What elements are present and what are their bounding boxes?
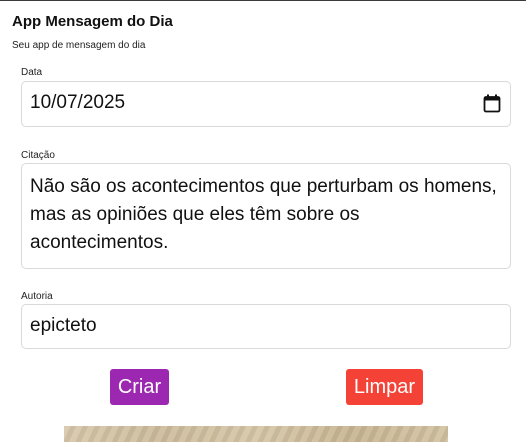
create-button[interactable]: Criar — [110, 369, 169, 405]
author-input[interactable]: epicteto — [21, 304, 511, 349]
calendar-icon[interactable] — [483, 94, 501, 113]
date-value: 10/07/2025 — [30, 92, 126, 113]
quote-textarea[interactable]: Não são os acontecimentos que perturbam … — [21, 163, 511, 269]
top-divider — [0, 0, 526, 1]
app-title: App Mensagem do Dia — [12, 13, 173, 30]
app-subtitle: Seu app de mensagem do dia — [12, 40, 146, 51]
date-input[interactable]: 10/07/2025 — [21, 81, 511, 127]
clear-button[interactable]: Limpar — [346, 369, 423, 405]
quote-value: Não são os acontecimentos que perturbam … — [30, 176, 497, 253]
quote-label: Citação — [21, 150, 55, 161]
message-image — [64, 426, 448, 442]
date-label: Data — [21, 67, 43, 78]
author-value: epicteto — [30, 315, 97, 336]
author-label: Autoria — [21, 291, 53, 302]
